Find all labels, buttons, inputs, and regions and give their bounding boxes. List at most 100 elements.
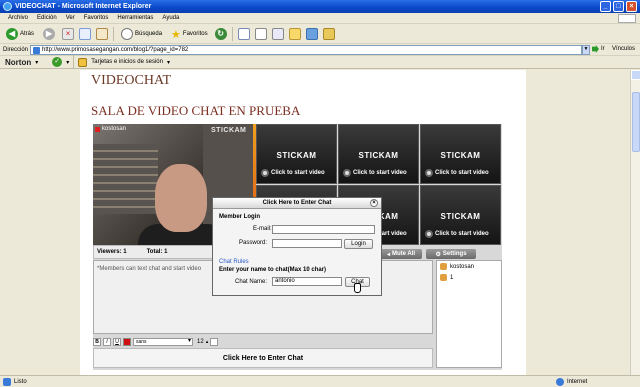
address-dropdown-button[interactable]: ▼ [582, 45, 590, 55]
mail-icon[interactable] [237, 28, 250, 40]
chat-name-field[interactable]: antonio [272, 277, 342, 286]
cards-dropdown-icon[interactable]: ▾ [167, 59, 170, 66]
forward-button[interactable]: ▶ [41, 27, 57, 42]
menu-ver[interactable]: Ver [66, 15, 75, 21]
chat-rules-link[interactable]: Chat Rules [219, 259, 249, 265]
go-button[interactable]: Ir [592, 45, 605, 53]
speaker-icon: ◂ [386, 251, 390, 258]
search-button[interactable]: Búsqueda [119, 27, 164, 42]
video-tile[interactable]: STICKAM Click to start video [338, 124, 419, 184]
print-icon[interactable] [254, 28, 267, 40]
refresh-icon[interactable] [79, 28, 92, 40]
webcam-icon [261, 169, 269, 177]
maximize-button[interactable]: □ [613, 1, 624, 12]
vertical-scrollbar[interactable] [630, 70, 640, 375]
chat-name-label: Chat Name: [235, 279, 268, 285]
chat-format-bar: B I U sans 12 ▴ [93, 337, 433, 347]
emoticon-button[interactable] [210, 338, 219, 346]
start-video-button[interactable]: Click to start video [425, 230, 502, 238]
forward-arrow-icon: ▶ [43, 28, 56, 40]
menu-ayuda[interactable]: Ayuda [162, 15, 179, 21]
user-list-item[interactable]: kostosan [437, 261, 501, 272]
hand-cursor-icon [354, 283, 361, 293]
menu-archivo[interactable]: Archivo [8, 15, 28, 21]
stop-icon[interactable]: × [62, 28, 75, 40]
page-status-icon [3, 377, 11, 386]
dialog-close-icon[interactable]: × [370, 199, 378, 207]
italic-button[interactable]: I [103, 338, 111, 346]
back-button[interactable]: ◀ Atrás [4, 27, 36, 42]
toolbar-separator [73, 55, 75, 69]
cam-user-label: kostosan [95, 126, 126, 132]
font-size-value[interactable]: 12 [197, 339, 204, 345]
user-list-item[interactable]: 1 [437, 272, 501, 283]
status-bar: Listo Internet [0, 375, 640, 387]
close-button[interactable]: × [626, 1, 637, 12]
address-input[interactable]: http://www.primosasegangan.com/blog1/?pa… [30, 45, 582, 55]
menu-herramientas[interactable]: Herramientas [117, 15, 153, 21]
dialog-title: Click Here to Enter Chat [262, 200, 332, 206]
cam-brand-logo: STICKAM [211, 127, 247, 134]
tile-brand: STICKAM [358, 151, 399, 160]
menu-edicion[interactable]: Edición [37, 15, 57, 21]
video-tile[interactable]: STICKAM Click to start video [420, 185, 501, 245]
norton-check-icon[interactable]: ✓ [52, 57, 63, 67]
text-color-picker[interactable] [123, 338, 131, 346]
tile-brand: STICKAM [276, 151, 317, 160]
email-field[interactable] [272, 225, 375, 234]
back-arrow-icon: ◀ [6, 28, 18, 40]
password-field[interactable] [272, 239, 342, 248]
total-count: Total: 1 [146, 249, 168, 255]
favorites-button[interactable]: ★ Favoritos [169, 27, 210, 42]
address-bar: Dirección http://www.primosasegangan.com… [0, 44, 640, 56]
address-label: Dirección [3, 46, 29, 53]
scroll-up-arrow[interactable] [631, 70, 640, 80]
research-icon[interactable] [322, 28, 335, 40]
norton-check-dropdown-icon[interactable]: ▾ [66, 59, 69, 66]
page-icon [33, 46, 40, 54]
norton-dropdown-icon[interactable]: ▾ [35, 59, 38, 66]
toolbar-separator [231, 27, 233, 41]
start-video-button[interactable]: Click to start video [343, 169, 420, 177]
search-icon [121, 28, 134, 40]
settings-button[interactable]: ⚙ Settings [426, 249, 476, 259]
search-label: Búsqueda [135, 31, 163, 37]
cam-user-name: kostosan [102, 126, 127, 132]
live-indicator-icon [95, 126, 100, 132]
windows-logo-icon [618, 14, 636, 23]
links-button[interactable]: Vínculos [612, 46, 635, 52]
font-select[interactable]: sans [133, 338, 193, 346]
menu-bar: Archivo Edición Ver Favoritos Herramient… [0, 13, 640, 24]
font-size-stepper-icon[interactable]: ▴ [206, 339, 209, 345]
scrollbar-thumb[interactable] [632, 92, 640, 152]
menu-favoritos[interactable]: Favoritos [84, 15, 109, 21]
dialog-title-bar: Click Here to Enter Chat × [213, 198, 381, 209]
bold-button[interactable]: B [93, 338, 101, 346]
go-arrow-icon [592, 45, 599, 53]
edit-icon[interactable] [271, 28, 284, 40]
folder-icon[interactable] [288, 28, 301, 40]
toolbar-separator [113, 27, 115, 41]
minimize-button[interactable]: _ [600, 1, 611, 12]
title-bar: VIDEOCHAT - Microsoft Internet Explorer … [0, 0, 640, 13]
messenger-icon[interactable] [305, 28, 318, 40]
login-button[interactable]: Login [344, 239, 373, 249]
enter-chat-button[interactable]: Click Here to Enter Chat [93, 348, 433, 368]
norton-cards-button[interactable]: Tarjetas e inicios de sesión [91, 59, 163, 65]
tile-brand: STICKAM [440, 212, 481, 221]
norton-logo[interactable]: Norton [5, 58, 31, 67]
mute-all-button[interactable]: ◂ Mute All [380, 249, 422, 259]
history-icon[interactable]: ↻ [214, 28, 227, 40]
video-tile[interactable]: STICKAM Click to start video [256, 124, 337, 184]
webcam-icon [425, 230, 433, 238]
home-icon[interactable] [96, 28, 109, 40]
underline-button[interactable]: U [113, 338, 121, 346]
user-icon [440, 274, 447, 281]
webcam-person [155, 164, 207, 232]
video-tile[interactable]: STICKAM Click to start video [420, 124, 501, 184]
back-label: Atrás [20, 31, 35, 37]
start-video-button[interactable]: Click to start video [425, 169, 502, 177]
email-label: E-mail: [253, 226, 272, 232]
page-title: VIDEOCHAT [91, 73, 172, 88]
start-video-button[interactable]: Click to start video [261, 169, 338, 177]
